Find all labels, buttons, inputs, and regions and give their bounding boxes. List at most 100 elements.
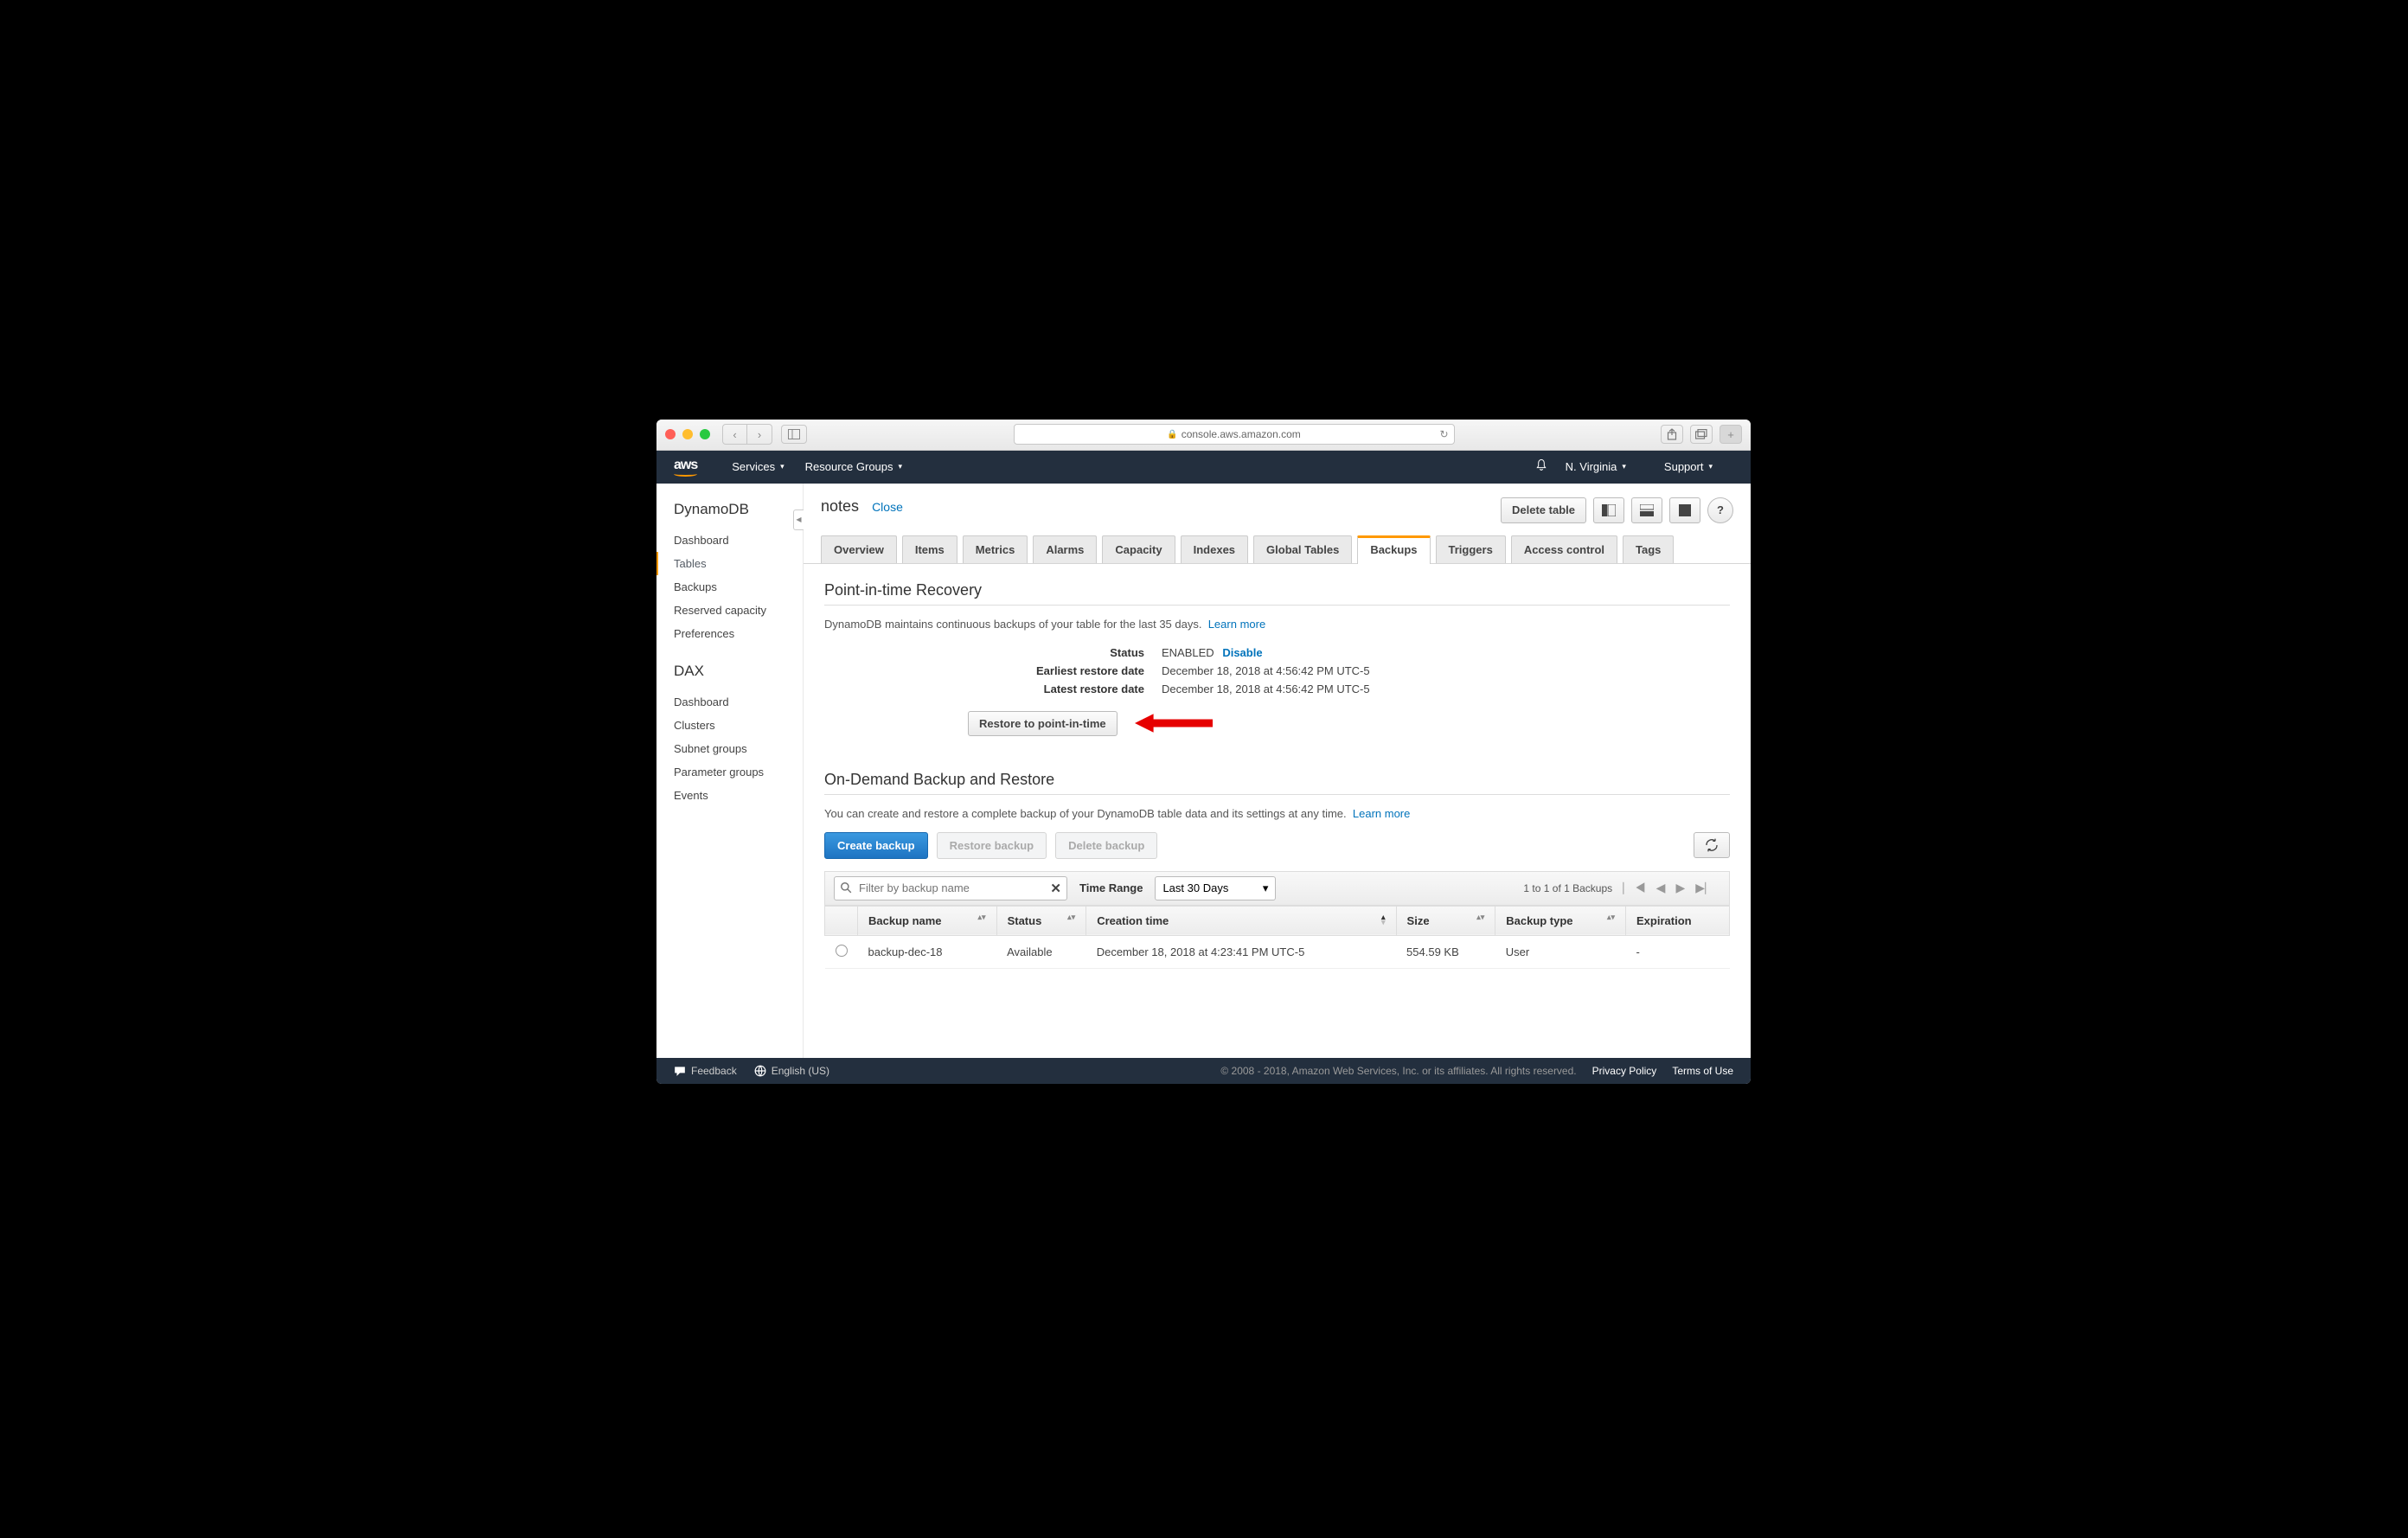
- sidebar: ◀ DynamoDB Dashboard Tables Backups Rese…: [656, 484, 804, 1058]
- sidebar-item-dax-clusters[interactable]: Clusters: [674, 714, 803, 737]
- pager-last-icon[interactable]: ▶⎸: [1692, 881, 1720, 895]
- resource-groups-menu[interactable]: Resource Groups▾: [805, 460, 902, 473]
- delete-table-button[interactable]: Delete table: [1501, 497, 1586, 523]
- cell-backup-name: backup-dec-18: [858, 935, 997, 968]
- share-icon[interactable]: [1661, 425, 1683, 444]
- lock-icon: 🔒: [1167, 430, 1177, 439]
- tab-alarms[interactable]: Alarms: [1033, 535, 1097, 563]
- tab-items[interactable]: Items: [902, 535, 957, 563]
- row-select-radio[interactable]: [836, 945, 848, 957]
- table-row[interactable]: backup-dec-18 Available December 18, 201…: [825, 935, 1730, 968]
- panel-layout-full-icon[interactable]: [1669, 497, 1700, 523]
- ondemand-heading: On-Demand Backup and Restore: [824, 771, 1730, 795]
- tab-backups[interactable]: Backups: [1357, 535, 1430, 564]
- col-expiration[interactable]: Expiration: [1626, 906, 1730, 935]
- pitr-description: DynamoDB maintains continuous backups of…: [824, 618, 1730, 631]
- tab-overview[interactable]: Overview: [821, 535, 897, 563]
- backup-filter-input[interactable]: [834, 876, 1067, 900]
- panel-layout-bottom-icon[interactable]: [1631, 497, 1662, 523]
- aws-logo[interactable]: aws: [674, 458, 697, 477]
- search-icon: [840, 881, 852, 896]
- sidebar-item-preferences[interactable]: Preferences: [674, 622, 803, 645]
- new-tab-button[interactable]: +: [1720, 425, 1742, 444]
- delete-backup-button: Delete backup: [1055, 832, 1157, 859]
- back-button[interactable]: ‹: [723, 425, 747, 444]
- sort-icon: ▴▾: [1067, 914, 1075, 920]
- tabs-icon[interactable]: [1690, 425, 1713, 444]
- col-select: [825, 906, 858, 935]
- sidebar-item-tables[interactable]: Tables: [656, 552, 803, 575]
- sidebar-item-dax-dashboard[interactable]: Dashboard: [674, 690, 803, 714]
- support-menu[interactable]: Support▾: [1664, 460, 1713, 473]
- pager-first-icon[interactable]: ⎸◀: [1619, 881, 1649, 895]
- sort-icon: ▴▾: [1381, 914, 1386, 925]
- url-text: console.aws.amazon.com: [1182, 428, 1301, 440]
- terms-link[interactable]: Terms of Use: [1672, 1065, 1733, 1077]
- sidebar-item-reserved-capacity[interactable]: Reserved capacity: [674, 599, 803, 622]
- tab-triggers[interactable]: Triggers: [1436, 535, 1506, 563]
- tab-capacity[interactable]: Capacity: [1102, 535, 1175, 563]
- restore-backup-button: Restore backup: [937, 832, 1047, 859]
- sidebar-item-dashboard[interactable]: Dashboard: [674, 529, 803, 552]
- pitr-disable-link[interactable]: Disable: [1222, 646, 1262, 659]
- cell-creation-time: December 18, 2018 at 4:23:41 PM UTC-5: [1086, 935, 1396, 968]
- aws-header: aws Services▾ Resource Groups▾ N. Virgin…: [656, 451, 1751, 484]
- reload-icon[interactable]: ↻: [1439, 428, 1448, 440]
- sort-icon: ▴▾: [1476, 914, 1484, 920]
- ondemand-description: You can create and restore a complete ba…: [824, 807, 1730, 820]
- time-range-select[interactable]: Last 30 Days ▾: [1155, 876, 1276, 900]
- pitr-latest-value: December 18, 2018 at 4:56:42 PM UTC-5: [1162, 682, 1730, 695]
- services-menu[interactable]: Services▾: [732, 460, 784, 473]
- feedback-link[interactable]: Feedback: [674, 1065, 737, 1077]
- time-range-label: Time Range: [1079, 881, 1143, 894]
- tab-global-tables[interactable]: Global Tables: [1253, 535, 1352, 563]
- pager-info: 1 to 1 of 1 Backups: [1523, 882, 1612, 894]
- sidebar-item-backups[interactable]: Backups: [674, 575, 803, 599]
- sort-icon: ▴▾: [978, 914, 986, 920]
- col-backup-name[interactable]: Backup name▴▾: [858, 906, 997, 935]
- backup-table: Backup name▴▾ Status▴▾ Creation time▴▾ S…: [824, 906, 1730, 969]
- tab-indexes[interactable]: Indexes: [1181, 535, 1248, 563]
- col-size[interactable]: Size▴▾: [1396, 906, 1495, 935]
- browser-titlebar: ‹ › 🔒 console.aws.amazon.com ↻ +: [656, 420, 1751, 451]
- sidebar-toggle-icon[interactable]: [781, 425, 807, 444]
- sidebar-collapse-button[interactable]: ◀: [793, 509, 804, 530]
- region-selector[interactable]: N. Virginia▾: [1566, 460, 1626, 473]
- sidebar-item-dax-subnet-groups[interactable]: Subnet groups: [674, 737, 803, 760]
- tab-metrics[interactable]: Metrics: [963, 535, 1028, 563]
- pitr-latest-label: Latest restore date: [824, 682, 1144, 695]
- notifications-icon[interactable]: [1534, 458, 1548, 475]
- close-link[interactable]: Close: [872, 500, 903, 514]
- privacy-link[interactable]: Privacy Policy: [1592, 1065, 1657, 1077]
- clear-filter-icon[interactable]: ✕: [1050, 881, 1061, 896]
- cell-status: Available: [996, 935, 1086, 968]
- tab-access-control[interactable]: Access control: [1511, 535, 1617, 563]
- window-maximize-icon[interactable]: [700, 429, 710, 439]
- col-creation-time[interactable]: Creation time▴▾: [1086, 906, 1396, 935]
- pager-next-icon[interactable]: ▶: [1672, 881, 1688, 895]
- window-minimize-icon[interactable]: [682, 429, 693, 439]
- pitr-status-value: ENABLED: [1162, 646, 1214, 659]
- sidebar-item-dax-parameter-groups[interactable]: Parameter groups: [674, 760, 803, 784]
- pitr-learn-more-link[interactable]: Learn more: [1208, 618, 1265, 631]
- restore-pitr-button[interactable]: Restore to point-in-time: [968, 711, 1118, 736]
- ondemand-learn-more-link[interactable]: Learn more: [1353, 807, 1410, 820]
- address-bar[interactable]: 🔒 console.aws.amazon.com ↻: [1014, 424, 1455, 445]
- col-status[interactable]: Status▴▾: [996, 906, 1086, 935]
- forward-button[interactable]: ›: [747, 425, 772, 444]
- sidebar-item-dax-events[interactable]: Events: [674, 784, 803, 807]
- col-backup-type[interactable]: Backup type▴▾: [1495, 906, 1626, 935]
- footer: Feedback English (US) © 2008 - 2018, Ama…: [656, 1058, 1751, 1084]
- language-selector[interactable]: English (US): [754, 1065, 829, 1077]
- pager-prev-icon[interactable]: ◀: [1653, 881, 1669, 895]
- refresh-button[interactable]: [1694, 832, 1730, 858]
- panel-layout-left-icon[interactable]: [1593, 497, 1624, 523]
- sidebar-heading-dax: DAX: [674, 663, 803, 680]
- help-icon[interactable]: ?: [1707, 497, 1733, 523]
- pitr-earliest-value: December 18, 2018 at 4:56:42 PM UTC-5: [1162, 664, 1730, 677]
- breadcrumb: notes Close: [821, 497, 903, 516]
- tab-tags[interactable]: Tags: [1623, 535, 1674, 563]
- create-backup-button[interactable]: Create backup: [824, 832, 928, 859]
- window-close-icon[interactable]: [665, 429, 676, 439]
- cell-backup-type: User: [1495, 935, 1626, 968]
